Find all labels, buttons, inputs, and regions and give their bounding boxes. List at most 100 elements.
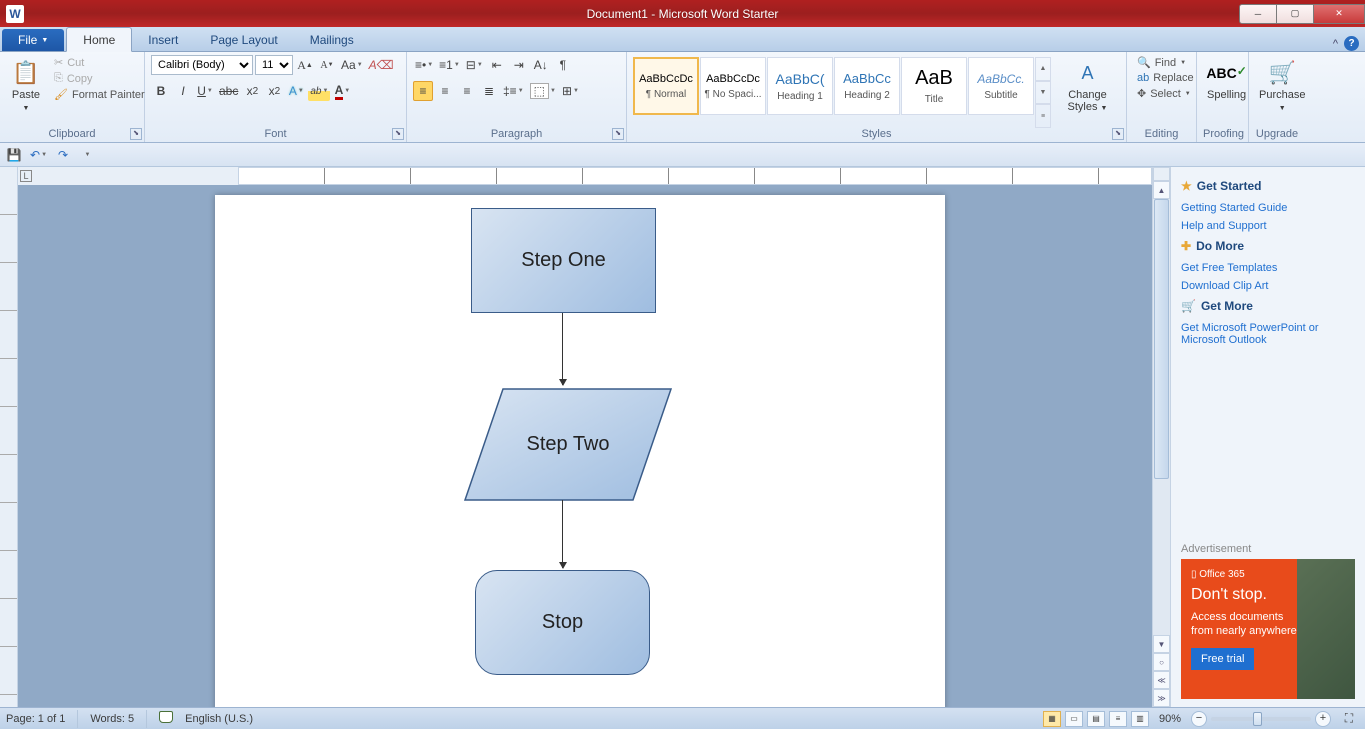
clear-formatting-button[interactable]: A⌫ — [367, 55, 396, 75]
font-launcher[interactable]: ⬊ — [392, 128, 404, 140]
multilevel-button[interactable]: ⊟▼ — [464, 55, 485, 75]
justify-button[interactable]: ≣ — [479, 81, 499, 101]
align-center-button[interactable]: ≡ — [435, 81, 455, 101]
flowchart-arrow[interactable] — [562, 313, 563, 385]
minimize-button[interactable]: ─ — [1239, 4, 1277, 24]
font-name-select[interactable]: Calibri (Body) — [151, 55, 253, 75]
flowchart-terminator[interactable]: Stop — [475, 570, 650, 675]
status-language[interactable]: English (U.S.) — [185, 713, 253, 725]
zoom-in-button[interactable]: + — [1315, 711, 1331, 727]
shrink-font-button[interactable]: A▼ — [317, 55, 337, 75]
style-subtitle[interactable]: AaBbCc.Subtitle — [968, 57, 1034, 115]
flowchart-arrow[interactable] — [562, 500, 563, 568]
zoom-out-button[interactable]: − — [1191, 711, 1207, 727]
style-heading1[interactable]: AaBbC(Heading 1 — [767, 57, 833, 115]
highlight-button[interactable]: ab▼ — [308, 81, 330, 101]
view-web-layout[interactable]: ▤ — [1087, 711, 1105, 727]
link-get-office[interactable]: Get Microsoft PowerPoint or Microsoft Ou… — [1181, 319, 1355, 349]
vertical-scrollbar[interactable]: ▲ ▼ ○ ≪ ≫ — [1152, 167, 1170, 707]
grow-font-button[interactable]: A▲ — [295, 55, 315, 75]
view-draft[interactable]: ▥ — [1131, 711, 1149, 727]
copy-button[interactable]: ⎘Copy — [50, 71, 149, 86]
gallery-up[interactable]: ▲ — [1035, 57, 1051, 81]
tab-selector[interactable]: L — [20, 170, 32, 182]
sort-button[interactable]: A↓ — [531, 55, 551, 75]
tab-insert[interactable]: Insert — [132, 28, 194, 51]
text-effects-button[interactable]: A▼ — [286, 81, 306, 101]
ruler-toggle[interactable] — [1153, 167, 1170, 181]
vertical-ruler[interactable] — [0, 167, 18, 707]
style-normal[interactable]: AaBbCcDc¶ Normal — [633, 57, 699, 115]
link-help-support[interactable]: Help and Support — [1181, 217, 1355, 235]
close-button[interactable]: ✕ — [1313, 4, 1365, 24]
view-full-screen[interactable]: ▭ — [1065, 711, 1083, 727]
horizontal-ruler[interactable]: L — [18, 167, 1152, 185]
align-left-button[interactable]: ≡ — [413, 81, 433, 101]
tab-mailings[interactable]: Mailings — [294, 28, 370, 51]
borders-button[interactable]: ⊞▼ — [560, 81, 581, 101]
style-title[interactable]: AaBTitle — [901, 57, 967, 115]
font-color-button[interactable]: A▼ — [332, 81, 352, 101]
bullets-button[interactable]: ≡•▼ — [413, 55, 435, 75]
document-page[interactable]: Step One Step Two Stop — [215, 195, 945, 707]
undo-button[interactable]: ↶▼ — [28, 146, 49, 164]
strikethrough-button[interactable]: abc — [217, 81, 240, 101]
format-painter-button[interactable]: 🖌Format Painter — [50, 87, 149, 102]
cut-button[interactable]: ✂Cut — [50, 55, 149, 70]
inc-indent-button[interactable]: ⇥ — [509, 55, 529, 75]
view-outline[interactable]: ≡ — [1109, 711, 1127, 727]
scroll-thumb[interactable] — [1154, 199, 1169, 479]
link-templates[interactable]: Get Free Templates — [1181, 259, 1355, 277]
change-styles-button[interactable]: A Change Styles ▼ — [1055, 55, 1120, 128]
paste-button[interactable]: 📋 Paste▼ — [6, 55, 46, 128]
replace-button[interactable]: abReplace — [1133, 71, 1190, 85]
prev-page-button[interactable]: ≪ — [1153, 671, 1170, 689]
browse-object-button[interactable]: ○ — [1153, 653, 1170, 671]
advertisement[interactable]: ▯ Office 365 Don't stop. Access document… — [1181, 559, 1355, 699]
paragraph-launcher[interactable]: ⬊ — [612, 128, 624, 140]
qat-customize[interactable]: ▼ — [77, 146, 97, 164]
numbering-button[interactable]: ≡1▼ — [437, 55, 462, 75]
subscript-button[interactable]: x2 — [242, 81, 262, 101]
zoom-fit-button[interactable]: ⛶ — [1339, 709, 1359, 729]
dec-indent-button[interactable]: ⇤ — [487, 55, 507, 75]
change-case-button[interactable]: Aa▼ — [339, 55, 365, 75]
minimize-ribbon-icon[interactable]: ^ — [1333, 38, 1338, 50]
show-marks-button[interactable]: ¶ — [553, 55, 573, 75]
align-right-button[interactable]: ≡ — [457, 81, 477, 101]
font-size-select[interactable]: 11 — [255, 55, 293, 75]
styles-launcher[interactable]: ⬊ — [1112, 128, 1124, 140]
flowchart-process[interactable]: Step One — [471, 208, 656, 313]
link-clipart[interactable]: Download Clip Art — [1181, 277, 1355, 295]
select-button[interactable]: ✥Select▼ — [1133, 86, 1190, 101]
gallery-more[interactable]: ≡ — [1035, 104, 1051, 128]
view-print-layout[interactable]: ▦ — [1043, 711, 1061, 727]
zoom-level[interactable]: 90% — [1159, 713, 1181, 725]
find-button[interactable]: 🔍Find▼ — [1133, 55, 1190, 70]
style-heading2[interactable]: AaBbCcHeading 2 — [834, 57, 900, 115]
scroll-down-button[interactable]: ▼ — [1153, 635, 1170, 653]
proofing-status-icon[interactable] — [159, 711, 173, 726]
ad-cta-button[interactable]: Free trial — [1191, 648, 1254, 670]
flowchart-data[interactable]: Step Two — [463, 387, 673, 502]
maximize-button[interactable]: ▢ — [1276, 4, 1314, 24]
link-getting-started[interactable]: Getting Started Guide — [1181, 199, 1355, 217]
status-page[interactable]: Page: 1 of 1 — [6, 713, 65, 725]
bold-button[interactable]: B — [151, 81, 171, 101]
save-button[interactable]: 💾 — [4, 146, 24, 164]
style-no-spacing[interactable]: AaBbCcDc¶ No Spaci... — [700, 57, 766, 115]
gallery-down[interactable]: ▼ — [1035, 81, 1051, 105]
next-page-button[interactable]: ≫ — [1153, 689, 1170, 707]
tab-home[interactable]: Home — [66, 27, 132, 52]
redo-button[interactable]: ↷ — [53, 146, 73, 164]
scroll-up-button[interactable]: ▲ — [1153, 181, 1170, 199]
zoom-slider[interactable] — [1211, 717, 1311, 721]
tab-page-layout[interactable]: Page Layout — [194, 28, 293, 51]
spelling-button[interactable]: ABC✓ Spelling — [1203, 55, 1250, 128]
status-words[interactable]: Words: 5 — [90, 713, 134, 725]
italic-button[interactable]: I — [173, 81, 193, 101]
help-icon[interactable]: ? — [1344, 36, 1359, 51]
tab-file[interactable]: File▼ — [2, 29, 64, 51]
purchase-button[interactable]: 🛒 Purchase▼ — [1255, 55, 1309, 128]
line-spacing-button[interactable]: ‡≡▼ — [501, 81, 526, 101]
